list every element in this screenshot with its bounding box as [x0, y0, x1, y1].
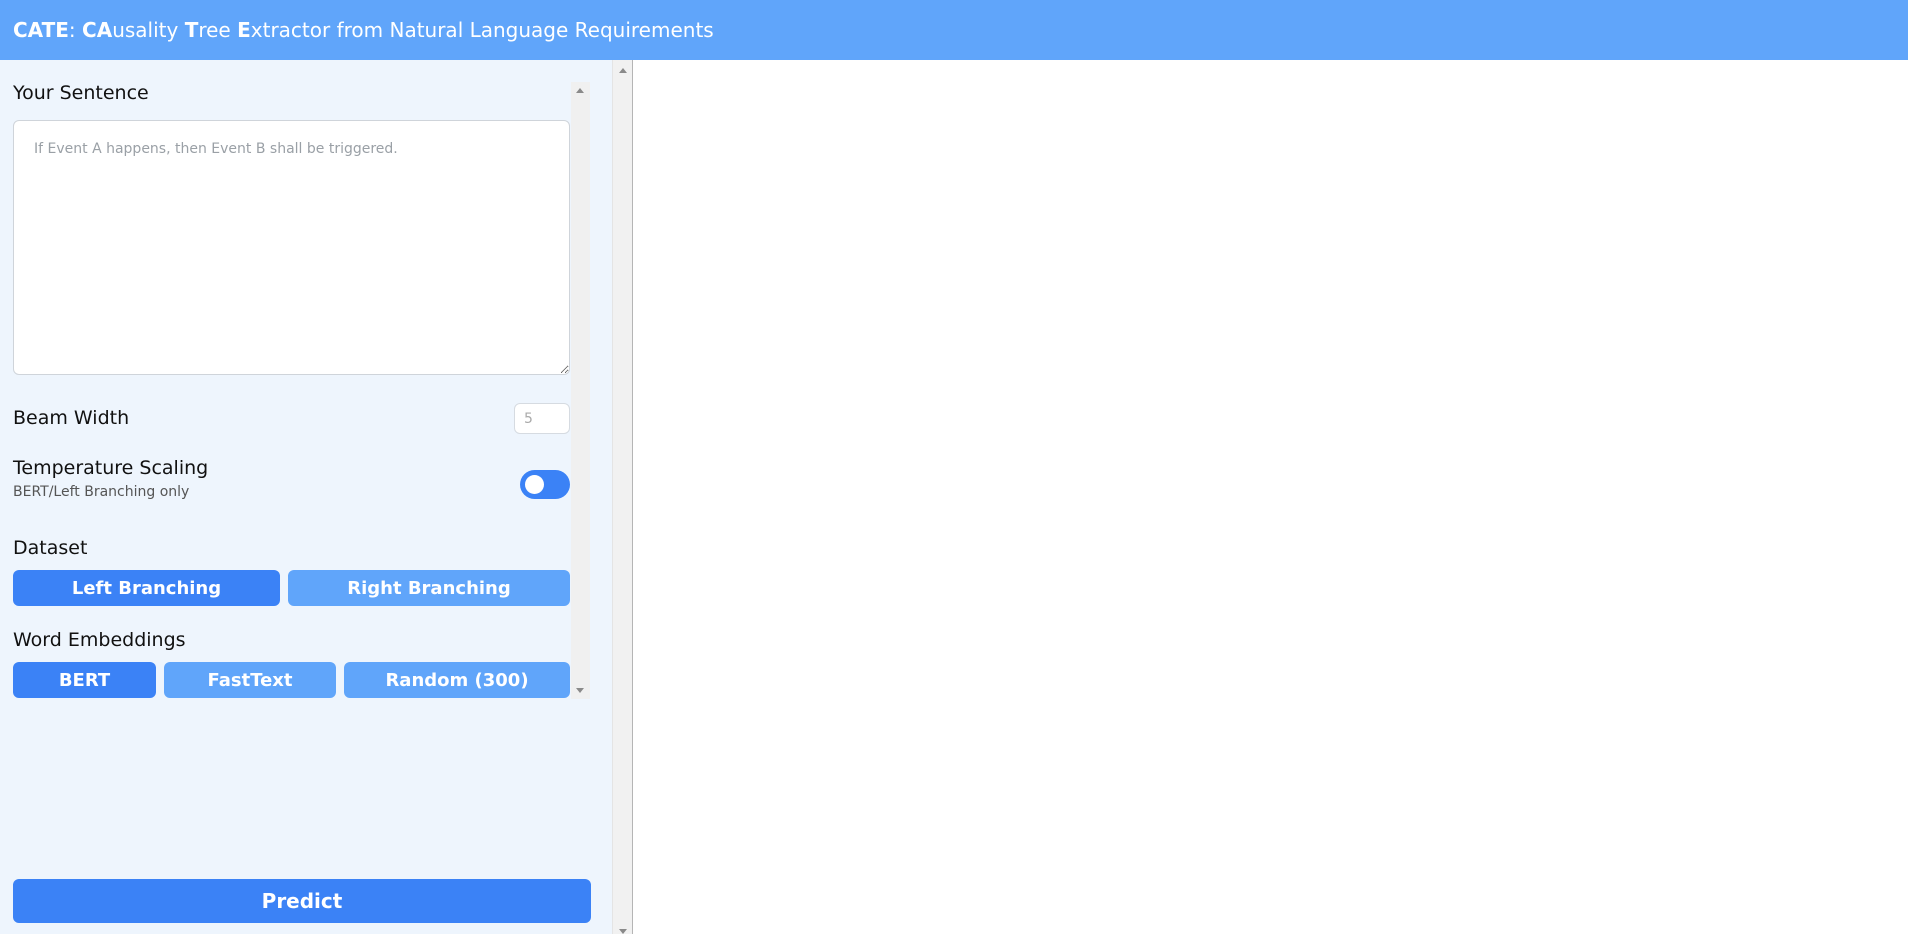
scroll-up-arrow-icon[interactable] — [619, 68, 627, 73]
scroll-down-arrow-icon[interactable] — [576, 688, 584, 693]
title-part: T — [184, 18, 199, 42]
title-part: usality — [112, 18, 185, 42]
scroll-up-arrow-icon[interactable] — [576, 88, 584, 93]
temperature-scaling-toggle[interactable] — [520, 470, 570, 499]
toggle-knob — [525, 475, 544, 494]
temperature-scaling-label: Temperature Scaling — [13, 457, 209, 479]
scroll-down-arrow-icon[interactable] — [619, 929, 627, 934]
sidebar-scrollbar[interactable] — [612, 60, 633, 934]
beam-width-label: Beam Width — [13, 407, 130, 429]
dataset-right-branching-button[interactable]: Right Branching — [288, 570, 570, 606]
app-header: CATE: CAusality Tree Extractor from Natu… — [0, 0, 1908, 60]
sentence-label: Your Sentence — [13, 82, 149, 104]
embedding-random-button[interactable]: Random (300) — [344, 662, 570, 698]
title-part: CA — [82, 18, 113, 42]
beam-width-input[interactable] — [514, 403, 570, 434]
sentence-input[interactable] — [13, 120, 570, 375]
settings-scrollbar[interactable] — [571, 82, 590, 699]
title-part: E — [237, 18, 251, 42]
word-embeddings-label: Word Embeddings — [13, 629, 186, 651]
dataset-left-branching-button[interactable]: Left Branching — [13, 570, 280, 606]
predict-button[interactable]: Predict — [13, 879, 591, 923]
title-part: : — [68, 18, 83, 42]
title-part: CATE — [13, 18, 69, 42]
app-title: CATE: CAusality Tree Extractor from Natu… — [13, 18, 714, 42]
title-part: xtractor from Natural Language Requireme… — [250, 18, 714, 42]
dataset-label: Dataset — [13, 537, 88, 559]
embedding-bert-button[interactable]: BERT — [13, 662, 156, 698]
embedding-fasttext-button[interactable]: FastText — [164, 662, 336, 698]
output-pane — [633, 60, 1908, 934]
title-part: ree — [198, 18, 238, 42]
temperature-scaling-sublabel: BERT/Left Branching only — [13, 484, 190, 500]
